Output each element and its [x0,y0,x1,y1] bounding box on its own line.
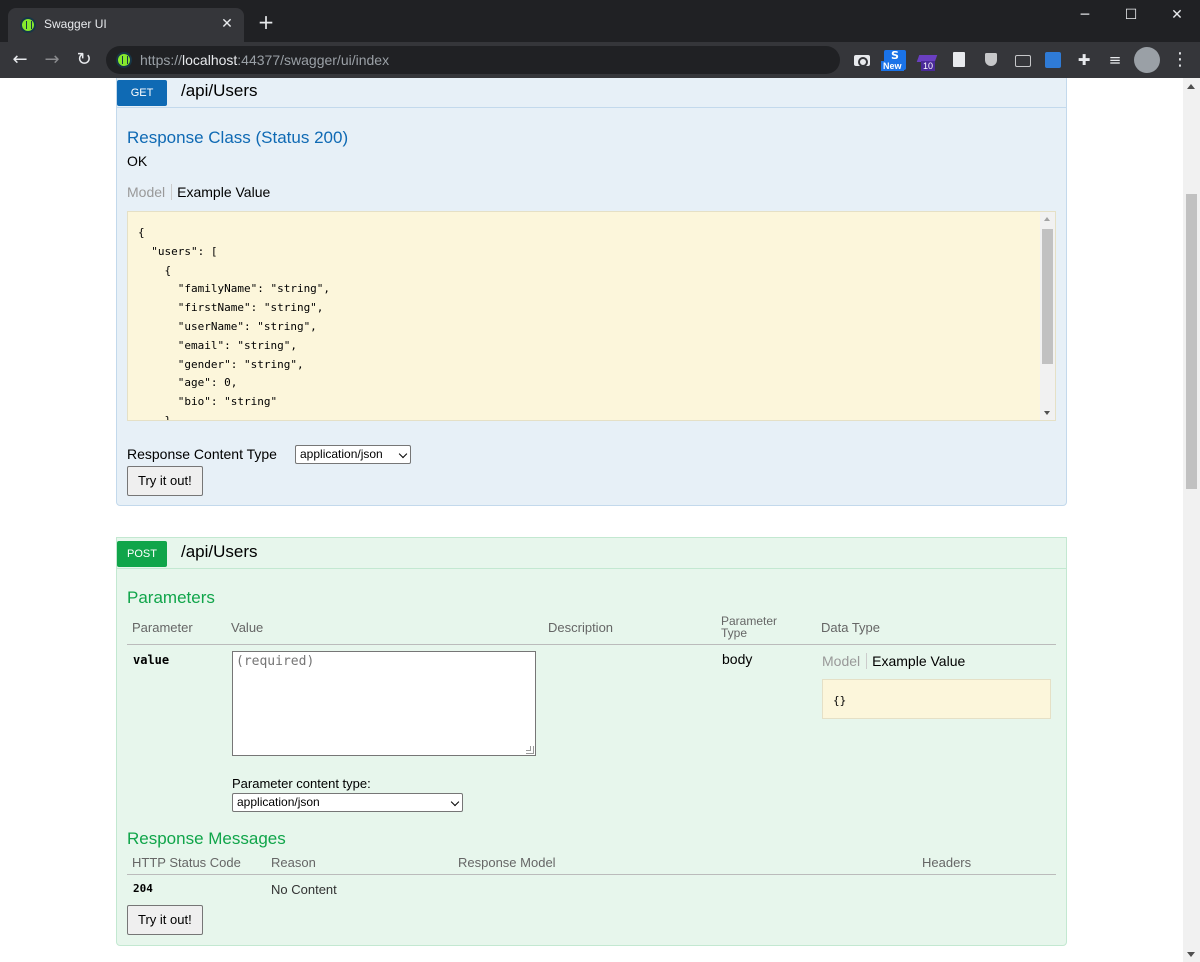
tab-strip: Swagger UI ✕ + ─ ☐ ✕ [0,0,1200,42]
post-operation-heading[interactable]: POST /api/Users [117,538,1066,569]
profile-avatar[interactable] [1134,47,1160,73]
site-info-icon[interactable] [116,52,132,68]
col-reason: Reason [271,855,316,870]
param-content-type-label: Parameter content type: [232,776,371,791]
card-extension-icon[interactable] [1013,51,1031,69]
get-signature-tabs: Model Example Value [127,184,270,204]
response-content-type-label: Response Content Type [127,446,277,462]
response-header-divider [127,874,1056,875]
post-operation-path[interactable]: /api/Users [181,542,258,562]
post-signature-tabs: Model Example Value [822,653,965,673]
graduation-hat-extension-icon[interactable]: 10 [918,51,936,71]
get-users-operation: GET /api/Users Response Class (Status 20… [116,78,1067,506]
response-content-type-select[interactable]: application/json [295,445,411,464]
example-json-snippet[interactable]: { "users": [ { "familyName": "string", "… [127,211,1056,421]
param-type-value: body [722,651,753,667]
response-class-title: Response Class (Status 200) [127,128,349,147]
chevron-down-icon [450,797,460,807]
response-status-code: 204 [133,882,153,895]
s-extension-icon[interactable]: S New [881,50,906,71]
col-data-type: Data Type [821,620,881,635]
back-arrow-icon[interactable]: ← [9,49,31,71]
col-value: Value [231,620,264,635]
param-header-divider [127,644,1056,645]
page-scroll-down-icon[interactable] [1187,952,1195,957]
response-reason: No Content [271,882,337,897]
col-parameter: Parameter [132,620,193,635]
chevron-down-icon [398,449,408,459]
response-status-text: OK [127,153,148,169]
get-operation-path[interactable]: /api/Users [181,81,258,101]
scroll-up-arrow-icon[interactable] [1044,217,1050,221]
browser-toolbar: ← → ↻ https://localhost:44377/swagger/ui… [0,42,1200,78]
example-json-code: { "users": [ { "familyName": "string", "… [138,226,331,421]
new-tab-button[interactable]: + [256,12,276,32]
example-value-tab[interactable]: Example Value [867,653,965,669]
window-maximize-button[interactable]: ☐ [1108,0,1154,30]
shield-extension-icon[interactable] [982,51,1000,69]
media-control-icon[interactable]: ≡ [1106,51,1124,69]
tab-close-icon[interactable]: ✕ [218,15,236,33]
page-viewport: GET /api/Users Response Class (Status 20… [0,78,1183,962]
snippet-scrollbar[interactable] [1040,212,1055,420]
col-headers: Headers [922,855,972,870]
browser-menu-icon[interactable]: ⋮ [1170,49,1190,71]
post-users-operation: POST /api/Users Parameters Parameter Val… [116,537,1067,946]
browser-tab[interactable]: Swagger UI ✕ [8,8,244,42]
forward-arrow-icon[interactable]: → [41,49,63,71]
col-parameter-type: Parameter Type [721,614,778,640]
address-bar[interactable]: https://localhost:44377/swagger/ui/index [106,46,840,74]
url-text: https://localhost:44377/swagger/ui/index [140,52,390,68]
get-operation-heading[interactable]: GET /api/Users [117,78,1066,108]
param-content-type-value: application/json [237,795,320,809]
col-description: Description [548,620,614,635]
model-tab[interactable]: Model [127,184,173,200]
param-value-textarea[interactable]: (required) [232,651,536,756]
swagger-favicon-icon [20,17,36,33]
scroll-down-arrow-icon[interactable] [1044,411,1050,415]
extensions-puzzle-icon[interactable]: ✚ [1075,51,1093,69]
parameters-title: Parameters [127,588,215,607]
window-close-button[interactable]: ✕ [1154,0,1200,30]
post-try-it-out-button[interactable]: Try it out! [127,905,203,935]
param-example-code: {} [833,694,847,707]
tab-title: Swagger UI [44,17,107,31]
camera-extension-icon[interactable] [853,51,871,69]
response-messages-title: Response Messages [127,829,286,848]
param-value-placeholder: (required) [236,654,315,669]
snippet-scroll-thumb[interactable] [1042,229,1053,364]
post-method-badge[interactable]: POST [117,541,167,567]
col-http-status-code: HTTP Status Code [132,855,241,870]
window-minimize-button[interactable]: ─ [1062,0,1108,30]
document-extension-icon[interactable] [950,51,968,69]
col-response-model: Response Model [458,855,556,870]
param-example-snippet[interactable]: {} [822,679,1051,719]
page-scrollbar[interactable] [1183,78,1200,962]
param-name: value [133,653,170,667]
model-tab[interactable]: Model [822,653,868,669]
get-method-badge[interactable]: GET [117,80,167,106]
get-try-it-out-button[interactable]: Try it out! [127,466,203,496]
blue-extension-icon[interactable] [1044,51,1062,69]
response-content-type-value: application/json [300,447,383,461]
page-scroll-thumb[interactable] [1186,194,1197,489]
reload-icon[interactable]: ↻ [73,49,95,71]
param-content-type-select[interactable]: application/json [232,793,463,812]
resize-grip-icon[interactable] [526,746,534,754]
page-scroll-up-icon[interactable] [1187,84,1195,89]
example-value-tab[interactable]: Example Value [172,184,270,200]
